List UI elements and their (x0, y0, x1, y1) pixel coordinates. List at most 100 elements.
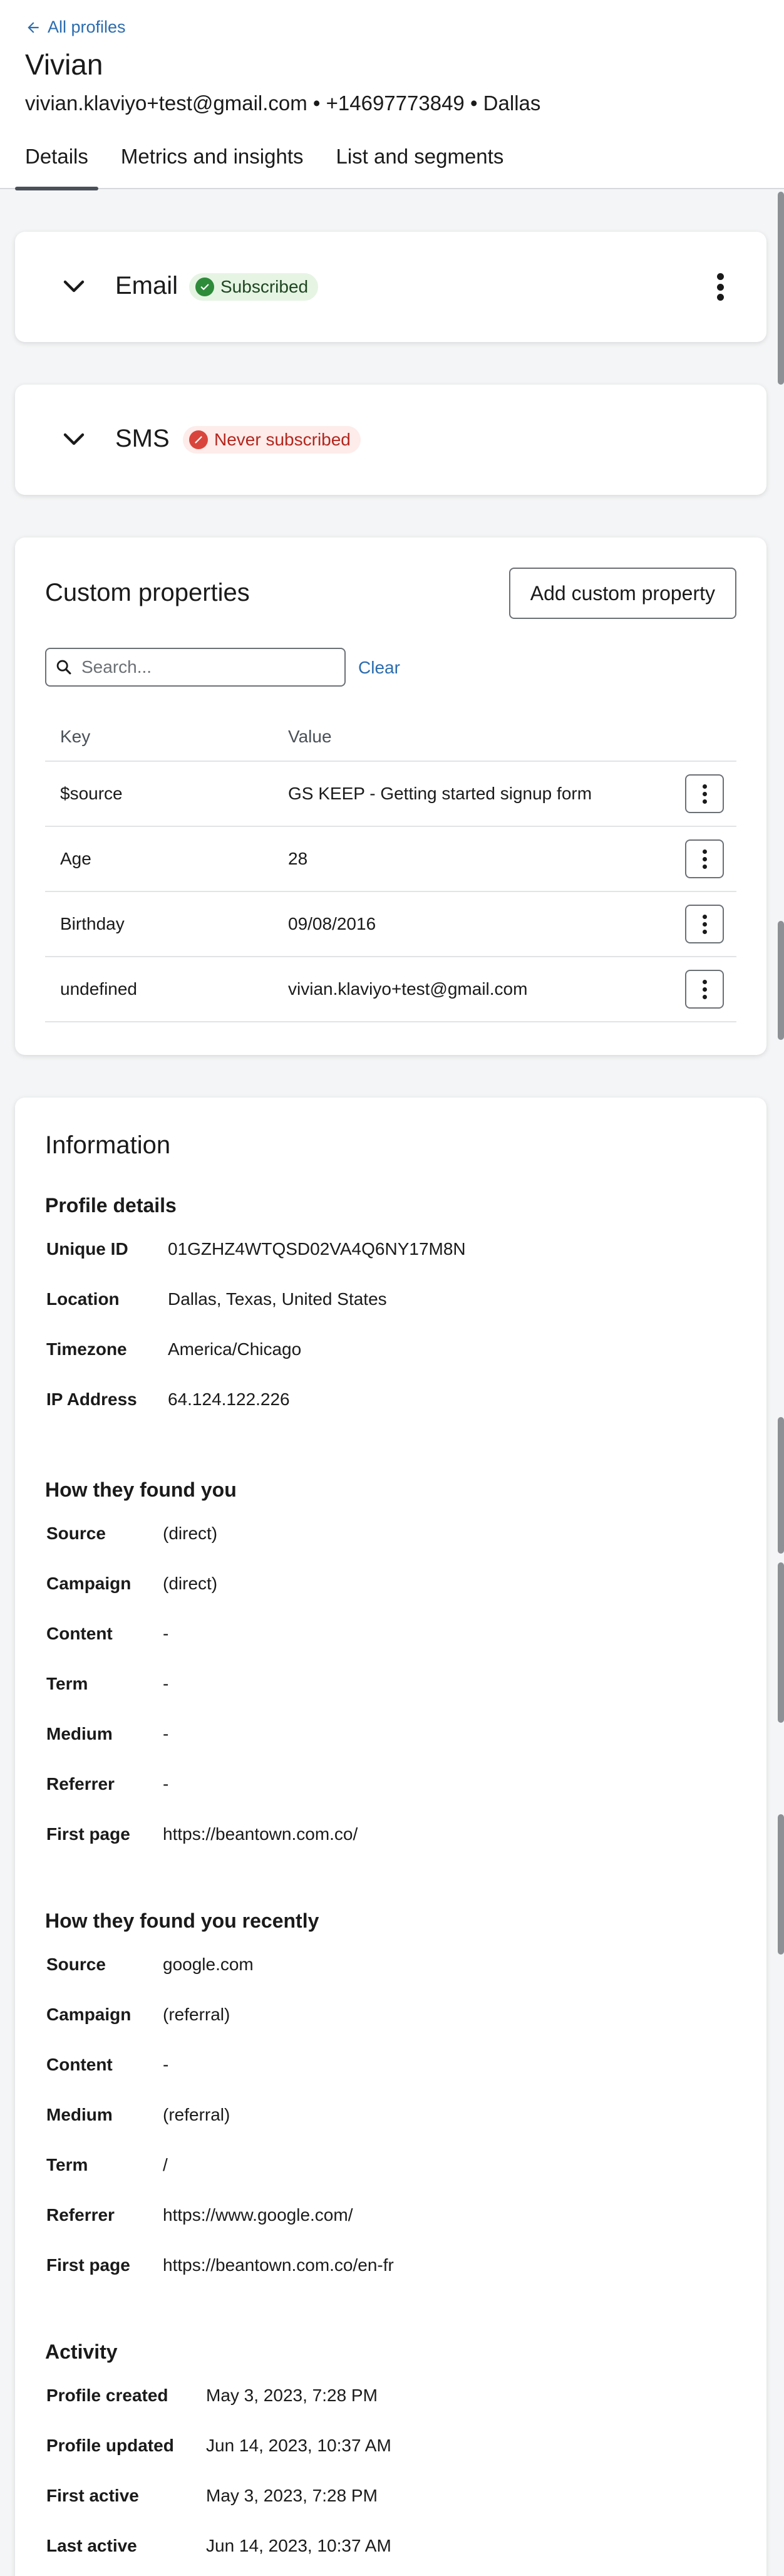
info-label: First active (46, 2486, 139, 2505)
search-field (45, 648, 346, 687)
search-input[interactable] (81, 657, 332, 677)
chevron-down-icon[interactable] (59, 425, 89, 455)
info-label: Profile created (46, 2386, 168, 2405)
info-label: First page (46, 2255, 130, 2275)
info-value: - (163, 2055, 169, 2074)
prohibited-icon (189, 430, 208, 449)
info-value: Jun 14, 2023, 10:37 AM (206, 2436, 391, 2455)
status-badge: Subscribed (189, 273, 319, 301)
info-label: Source (46, 1955, 106, 1974)
table-row: undefined vivian.klaviyo+test@gmail.com (45, 957, 736, 1022)
column-header-key: Key (60, 727, 91, 746)
info-value: https://beantown.com.co/en-fr (163, 2255, 394, 2275)
tab-metrics-and-insights[interactable]: Metrics and insights (111, 143, 314, 189)
found-you-heading: How they found you (45, 1478, 237, 1501)
email-title: Email (115, 272, 178, 299)
custom-properties-title: Custom properties (45, 579, 250, 606)
info-value: Dallas, Texas, United States (168, 1289, 387, 1309)
info-value: (referral) (163, 2105, 230, 2124)
info-label: Content (46, 2055, 113, 2074)
property-key: Age (60, 849, 91, 868)
column-header-value: Value (288, 727, 332, 746)
table-row: Age 28 (45, 827, 736, 892)
custom-properties-table: Key Value $source GS KEEP - Getting star… (45, 713, 736, 1022)
info-label: Campaign (46, 1574, 132, 1593)
info-value: - (163, 1624, 169, 1643)
info-value: May 3, 2023, 7:28 PM (206, 2386, 378, 2405)
scrollbar-thumb[interactable] (778, 192, 784, 385)
info-value: (direct) (163, 1574, 218, 1593)
info-value: - (163, 1674, 169, 1693)
info-value: - (163, 1724, 169, 1743)
info-value: / (163, 2155, 168, 2174)
information-title: Information (45, 1131, 171, 1159)
information-card: Information Profile details Unique ID 01… (15, 1098, 766, 2576)
info-value: google.com (163, 1955, 254, 1974)
scrollbar-thumb[interactable] (778, 1562, 784, 1723)
property-value: 28 (288, 849, 308, 868)
table-header: Key Value (45, 713, 736, 762)
chevron-down-icon[interactable] (59, 272, 89, 302)
info-label: Content (46, 1624, 113, 1643)
all-profiles-link[interactable]: All profiles (25, 18, 126, 37)
property-value: 09/08/2016 (288, 914, 376, 933)
profile-name: Vivian (25, 48, 103, 81)
info-label: Source (46, 1524, 106, 1543)
sms-title: SMS (115, 425, 170, 452)
info-value: America/Chicago (168, 1339, 302, 1359)
info-label: Timezone (46, 1339, 127, 1359)
profile-header: All profiles Vivian vivian.klaviyo+test@… (0, 0, 784, 190)
all-profiles-label: All profiles (48, 18, 126, 36)
profile-contact-meta: vivian.klaviyo+test@gmail.com • +1469777… (25, 91, 541, 115)
profile-tabs: Details Metrics and insights List and se… (15, 143, 526, 190)
tab-list-and-segments[interactable]: List and segments (326, 143, 514, 189)
search-icon (56, 660, 71, 675)
more-options-icon[interactable] (714, 268, 726, 306)
profile-details-heading: Profile details (45, 1194, 177, 1217)
info-label: Profile updated (46, 2436, 174, 2455)
info-label: First page (46, 1824, 130, 1844)
info-label: Location (46, 1289, 120, 1309)
property-value: GS KEEP - Getting started signup form (288, 784, 592, 803)
custom-properties-card: Custom properties Add custom property Cl… (15, 538, 766, 1055)
tab-details[interactable]: Details (15, 143, 98, 190)
info-label: Campaign (46, 2005, 132, 2024)
info-value: - (163, 1774, 169, 1794)
scrollbar-thumb[interactable] (778, 1814, 784, 1955)
info-label: Last active (46, 2536, 137, 2555)
table-row: Birthday 09/08/2016 (45, 892, 736, 957)
info-value: Jun 14, 2023, 10:37 AM (206, 2536, 391, 2555)
info-value: May 3, 2023, 7:28 PM (206, 2486, 378, 2505)
scrollbar-thumb[interactable] (778, 921, 784, 1040)
email-subscription-card: Email Subscribed (15, 232, 766, 342)
row-options-button[interactable] (685, 774, 724, 813)
scrollbar-thumb[interactable] (778, 1417, 784, 1554)
info-label: Referrer (46, 2205, 115, 2225)
arrow-left-icon (28, 21, 39, 33)
info-value: (direct) (163, 1524, 218, 1543)
found-you-recently-heading: How they found you recently (45, 1909, 319, 1932)
info-value: https://beantown.com.co/ (163, 1824, 358, 1844)
status-badge: Never subscribed (183, 426, 361, 454)
status-badge-label: Subscribed (220, 277, 309, 296)
info-label: Medium (46, 1724, 113, 1743)
activity-heading: Activity (45, 2340, 118, 2363)
info-label: IP Address (46, 1389, 137, 1409)
add-custom-property-button[interactable]: Add custom property (508, 568, 736, 619)
row-options-button[interactable] (685, 970, 724, 1009)
table-row: $source GS KEEP - Getting started signup… (45, 762, 736, 827)
info-value: 64.124.122.226 (168, 1389, 290, 1409)
info-label: Term (46, 1674, 88, 1693)
check-icon (195, 278, 214, 296)
row-options-button[interactable] (685, 839, 724, 878)
property-key: undefined (60, 979, 138, 999)
info-value: 01GZHZ4WTQSD02VA4Q6NY17M8N (168, 1239, 466, 1259)
row-options-button[interactable] (685, 905, 724, 943)
clear-search-link[interactable]: Clear (358, 658, 400, 678)
property-key: $source (60, 784, 123, 803)
property-value: vivian.klaviyo+test@gmail.com (288, 979, 528, 999)
info-label: Referrer (46, 1774, 115, 1794)
property-key: Birthday (60, 914, 125, 933)
info-label: Unique ID (46, 1239, 128, 1259)
sms-subscription-card: SMS Never subscribed (15, 385, 766, 495)
